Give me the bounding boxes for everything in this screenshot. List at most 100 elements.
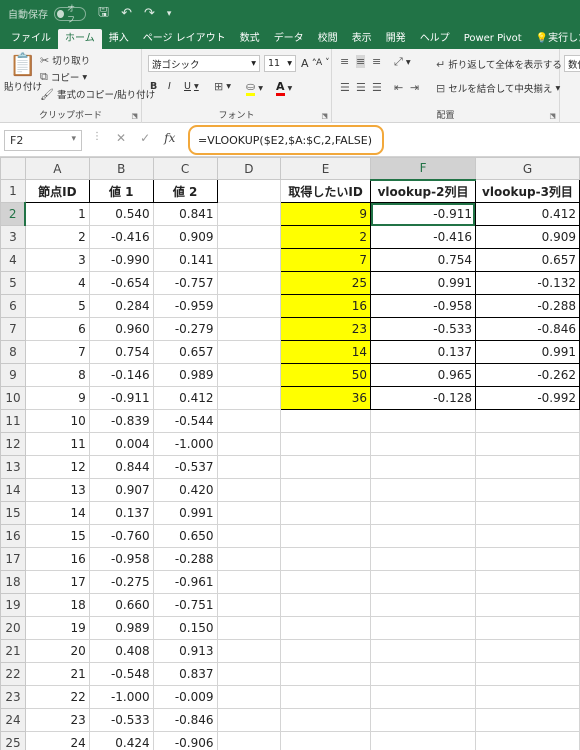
cell-c22[interactable]: 0.837 <box>152 662 218 686</box>
cell-f18[interactable] <box>370 570 476 594</box>
cell-f12[interactable] <box>370 432 476 456</box>
row-header[interactable]: 11 <box>0 409 26 433</box>
fill-color-button[interactable]: ⛀ ▾ <box>246 80 263 96</box>
cancel-icon[interactable]: ✕ <box>116 131 126 145</box>
formula-input[interactable]: =VLOOKUP($E2,$A:$C,2,FALSE) <box>188 125 384 155</box>
cell-b7[interactable]: 0.960 <box>88 317 154 341</box>
cell-f9[interactable]: 0.965 <box>370 363 476 387</box>
tab-developer[interactable]: 開発 <box>379 29 413 49</box>
cell-f3[interactable]: -0.416 <box>370 225 476 249</box>
cell-c18[interactable]: -0.961 <box>152 570 218 594</box>
row-header[interactable]: 1 <box>0 179 26 203</box>
cell-a5[interactable]: 4 <box>24 271 90 295</box>
font-color-button[interactable]: A ▾ <box>276 80 292 96</box>
cell-d16[interactable] <box>216 524 282 548</box>
cell-b17[interactable]: -0.958 <box>88 547 154 571</box>
row-header[interactable]: 4 <box>0 248 26 272</box>
cell-f5[interactable]: 0.991 <box>370 271 476 295</box>
row-header[interactable]: 15 <box>0 501 26 525</box>
cell-d22[interactable] <box>216 662 282 686</box>
cell-a24[interactable]: 23 <box>24 708 90 732</box>
cell-g17[interactable] <box>474 547 580 571</box>
cell-c16[interactable]: 0.650 <box>152 524 218 548</box>
align-bottom-button[interactable]: ≡ <box>372 55 381 68</box>
cut-button[interactable]: ✂ 切り取り <box>40 53 90 68</box>
cell-f20[interactable] <box>370 616 476 640</box>
cell-g25[interactable] <box>474 731 580 750</box>
autosave-toggle[interactable]: オフ <box>54 4 86 24</box>
cell-g1[interactable]: vlookup-3列目 <box>474 179 580 203</box>
cell-c6[interactable]: -0.959 <box>152 294 218 318</box>
tab-file[interactable]: ファイル <box>4 29 58 49</box>
cell-b6[interactable]: 0.284 <box>88 294 154 318</box>
cell-g16[interactable] <box>474 524 580 548</box>
align-middle-button[interactable]: ≡ <box>356 55 366 68</box>
tab-insert[interactable]: 挿入 <box>102 29 136 49</box>
cell-c23[interactable]: -0.009 <box>152 685 218 709</box>
cell-d2[interactable] <box>216 202 282 226</box>
font-launcher-icon[interactable]: ⬔ <box>321 112 328 120</box>
orientation-button[interactable]: ⤢ ▾ <box>394 55 411 69</box>
cell-b22[interactable]: -0.548 <box>88 662 154 686</box>
cell-a21[interactable]: 20 <box>24 639 90 663</box>
row-header[interactable]: 23 <box>0 685 26 709</box>
cell-e11[interactable] <box>280 409 372 433</box>
border-button[interactable]: ⊞ ▾ <box>214 80 231 93</box>
row-header[interactable]: 8 <box>0 340 26 364</box>
row-header[interactable]: 20 <box>0 616 26 640</box>
cell-g21[interactable] <box>474 639 580 663</box>
number-format-select[interactable]: 数値 <box>564 55 580 72</box>
alignment-launcher-icon[interactable]: ⬔ <box>549 112 556 120</box>
cell-b20[interactable]: 0.989 <box>88 616 154 640</box>
enter-icon[interactable]: ✓ <box>140 131 150 145</box>
save-icon[interactable]: 🖫 <box>98 3 109 25</box>
cell-c20[interactable]: 0.150 <box>152 616 218 640</box>
font-size-select[interactable]: 11 ▾ <box>264 55 296 72</box>
cell-c7[interactable]: -0.279 <box>152 317 218 341</box>
cell-f22[interactable] <box>370 662 476 686</box>
cell-c24[interactable]: -0.846 <box>152 708 218 732</box>
merge-center-button[interactable]: ⊟ セルを結合して中央揃え ▾ <box>436 81 560 96</box>
cell-a17[interactable]: 16 <box>24 547 90 571</box>
row-header[interactable]: 17 <box>0 547 26 571</box>
cell-g20[interactable] <box>474 616 580 640</box>
cell-b13[interactable]: 0.844 <box>88 455 154 479</box>
cell-e21[interactable] <box>280 639 372 663</box>
row-header[interactable]: 14 <box>0 478 26 502</box>
cell-c19[interactable]: -0.751 <box>152 593 218 617</box>
cell-g8[interactable]: 0.991 <box>474 340 580 364</box>
cell-e6[interactable]: 16 <box>280 294 372 318</box>
tab-power-pivot[interactable]: Power Pivot <box>457 29 529 49</box>
cell-d20[interactable] <box>216 616 282 640</box>
cell-a22[interactable]: 21 <box>24 662 90 686</box>
cell-b11[interactable]: -0.839 <box>88 409 154 433</box>
tab-home[interactable]: ホーム <box>58 29 102 49</box>
cell-a9[interactable]: 8 <box>24 363 90 387</box>
cell-g23[interactable] <box>474 685 580 709</box>
cell-d25[interactable] <box>216 731 282 750</box>
row-header[interactable]: 6 <box>0 294 26 318</box>
cell-c8[interactable]: 0.657 <box>152 340 218 364</box>
cell-a15[interactable]: 14 <box>24 501 90 525</box>
cell-c25[interactable]: -0.906 <box>152 731 218 750</box>
cell-e22[interactable] <box>280 662 372 686</box>
shrink-font-button[interactable]: A ˅ <box>316 58 330 68</box>
row-header[interactable]: 2 <box>0 202 27 226</box>
tab-formulas[interactable]: 数式 <box>233 29 267 49</box>
select-all-corner[interactable] <box>0 157 26 180</box>
cell-a25[interactable]: 24 <box>24 731 90 750</box>
undo-icon[interactable]: ↶ <box>121 6 132 21</box>
align-top-button[interactable]: ≡ <box>340 55 349 68</box>
column-header-f[interactable]: F <box>370 157 476 181</box>
cell-d6[interactable] <box>216 294 282 318</box>
column-header-d[interactable]: D <box>216 157 282 180</box>
cell-g9[interactable]: -0.262 <box>474 363 580 387</box>
cell-b25[interactable]: 0.424 <box>88 731 154 750</box>
cell-f24[interactable] <box>370 708 476 732</box>
cell-c4[interactable]: 0.141 <box>152 248 218 272</box>
cell-g24[interactable] <box>474 708 580 732</box>
cell-b12[interactable]: 0.004 <box>88 432 154 456</box>
insert-function-icon[interactable]: fx <box>164 131 175 145</box>
cell-b5[interactable]: -0.654 <box>88 271 154 295</box>
cell-e12[interactable] <box>280 432 372 456</box>
